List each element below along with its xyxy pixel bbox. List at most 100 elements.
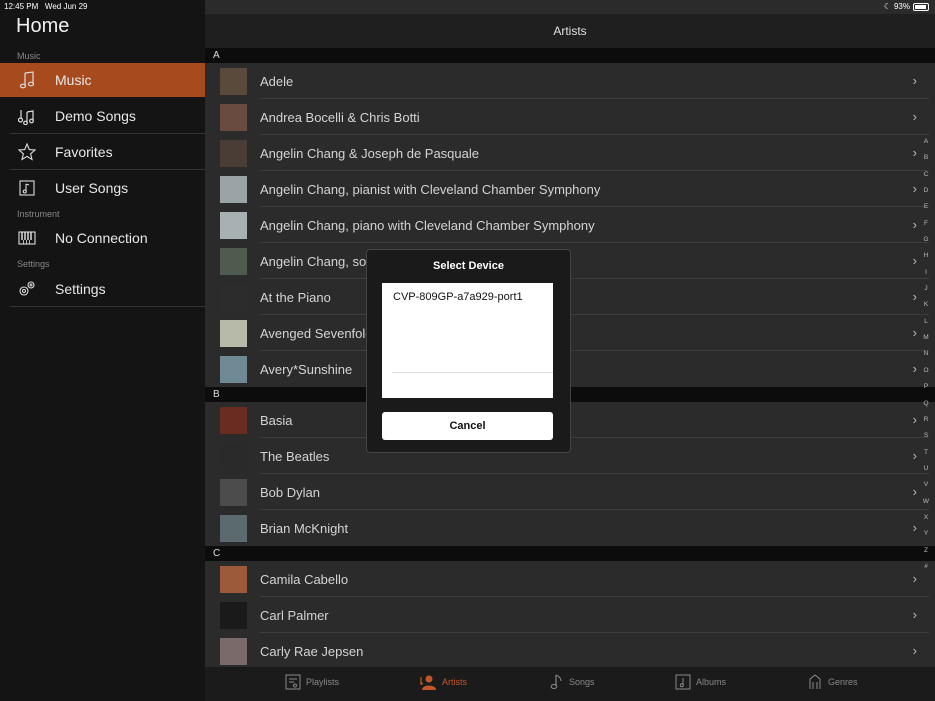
sidebar-item-label: Demo Songs: [55, 108, 136, 124]
divider: [10, 133, 205, 134]
artist-thumbnail: [220, 442, 247, 470]
artist-name: Basia: [260, 412, 293, 428]
tab-artists[interactable]: Artists: [420, 674, 467, 690]
index-letter[interactable]: D: [917, 187, 935, 203]
artist-name: Camila Cabello: [260, 571, 349, 587]
music-note-icon: [14, 69, 40, 91]
section-header-a: A: [205, 48, 935, 63]
sidebar-item-label: No Connection: [55, 230, 148, 246]
artist-thumbnail: [220, 355, 247, 383]
index-letter[interactable]: U: [917, 465, 935, 481]
artist-name: Adele: [260, 73, 294, 89]
tab-genres[interactable]: Genres: [807, 674, 858, 690]
index-letter[interactable]: C: [917, 171, 935, 187]
select-device-dialog: Select Device CVP-809GP-a7a929-port1 Can…: [366, 249, 571, 453]
index-letter[interactable]: #: [917, 563, 935, 579]
index-letter[interactable]: N: [917, 350, 935, 366]
tab-bar: Playlists Artists Songs Albums Genres: [205, 667, 935, 701]
artist-thumbnail: [220, 565, 247, 593]
sidebar-item-no-connection[interactable]: No Connection: [0, 221, 205, 255]
index-letter[interactable]: V: [917, 481, 935, 497]
index-letter[interactable]: Y: [917, 530, 935, 546]
artist-thumbnail: [220, 319, 247, 347]
demo-songs-icon: [14, 105, 40, 127]
sidebar-item-music[interactable]: Music: [0, 63, 205, 97]
chevron-right-icon: ›: [912, 73, 917, 88]
chevron-right-icon: ›: [912, 607, 917, 622]
tab-albums[interactable]: Albums: [675, 674, 726, 690]
index-letter[interactable]: P: [917, 383, 935, 399]
sidebar-item-label: Settings: [55, 281, 106, 297]
artist-row[interactable]: Carl Palmer ›: [205, 597, 935, 633]
artist-name: Brian McKnight: [260, 520, 349, 536]
index-letter[interactable]: R: [917, 416, 935, 432]
artist-row[interactable]: Camila Cabello ›: [205, 561, 935, 597]
index-letter[interactable]: H: [917, 252, 935, 268]
index-letter[interactable]: J: [917, 285, 935, 301]
nav-title: Artists: [553, 24, 587, 38]
device-item[interactable]: CVP-809GP-a7a929-port1: [393, 291, 523, 303]
index-letter[interactable]: Q: [917, 400, 935, 416]
artist-icon: [420, 675, 436, 690]
sidebar-item-settings[interactable]: Settings: [0, 272, 205, 306]
artist-row[interactable]: Andrea Bocelli & Chris Botti ›: [205, 99, 935, 135]
music-note-icon: [550, 674, 562, 690]
alphabet-index[interactable]: A B C D E F G H I J K L M N O P Q R S T U V W X Y Z #: [917, 138, 935, 579]
artist-thumbnail: [220, 67, 247, 95]
index-letter[interactable]: B: [917, 154, 935, 170]
artist-name: Carl Palmer: [260, 607, 329, 623]
index-letter[interactable]: W: [917, 498, 935, 514]
tab-playlists[interactable]: Playlists: [285, 674, 339, 690]
artist-thumbnail: [220, 283, 247, 311]
artist-thumbnail: [220, 406, 247, 434]
divider: [10, 306, 205, 307]
artist-name: Carly Rae Jepsen: [260, 643, 364, 659]
keyboard-icon: [14, 227, 40, 249]
sidebar: Home Music Music Demo Songs Favorites Us…: [0, 0, 205, 701]
artist-row[interactable]: Brian McKnight ›: [205, 510, 935, 546]
index-letter[interactable]: M: [917, 334, 935, 350]
index-letter[interactable]: E: [917, 203, 935, 219]
artist-row[interactable]: Angelin Chang & Joseph de Pasquale ›: [205, 135, 935, 171]
status-bar: 12:45 PM Wed Jun 29 ☾ 93%: [0, 0, 935, 14]
moon-icon: ☾: [883, 2, 891, 11]
artist-thumbnail: [220, 103, 247, 131]
cancel-button[interactable]: Cancel: [382, 412, 553, 440]
sidebar-item-demo-songs[interactable]: Demo Songs: [0, 99, 205, 133]
status-date: Wed Jun 29: [44, 2, 88, 11]
artist-name: At the Piano: [260, 289, 331, 305]
index-letter[interactable]: A: [917, 138, 935, 154]
artist-row[interactable]: Bob Dylan ›: [205, 474, 935, 510]
nav-bar: Artists: [205, 14, 935, 48]
artist-thumbnail: [220, 478, 247, 506]
artist-thumbnail: [220, 139, 247, 167]
artist-name: Angelin Chang, piano with Cleveland Cham…: [260, 217, 595, 233]
index-letter[interactable]: G: [917, 236, 935, 252]
artist-name: Angelin Chang & Joseph de Pasquale: [260, 145, 479, 161]
section-label-music: Music: [17, 51, 41, 61]
index-letter[interactable]: I: [917, 269, 935, 285]
index-letter[interactable]: S: [917, 432, 935, 448]
artist-thumbnail: [220, 211, 247, 239]
artist-row[interactable]: Carly Rae Jepsen ›: [205, 633, 935, 667]
artist-row[interactable]: Adele ›: [205, 63, 935, 99]
sidebar-item-favorites[interactable]: Favorites: [0, 135, 205, 169]
index-letter[interactable]: L: [917, 318, 935, 334]
index-letter[interactable]: X: [917, 514, 935, 530]
tab-songs[interactable]: Songs: [550, 674, 595, 690]
index-letter[interactable]: F: [917, 220, 935, 236]
artist-thumbnail: [220, 637, 247, 665]
artist-row[interactable]: Angelin Chang, pianist with Cleveland Ch…: [205, 171, 935, 207]
artist-row[interactable]: Angelin Chang, piano with Cleveland Cham…: [205, 207, 935, 243]
user-songs-icon: [14, 177, 40, 199]
sidebar-item-label: Favorites: [55, 144, 113, 160]
page-title: Home: [16, 15, 70, 37]
artist-name: Andrea Bocelli & Chris Botti: [260, 109, 420, 125]
index-letter[interactable]: K: [917, 301, 935, 317]
index-letter[interactable]: T: [917, 449, 935, 465]
index-letter[interactable]: Z: [917, 547, 935, 563]
artist-name: Avenged Sevenfold: [260, 325, 373, 341]
index-letter[interactable]: O: [917, 367, 935, 383]
sidebar-item-user-songs[interactable]: User Songs: [0, 171, 205, 205]
genres-icon: [809, 674, 821, 689]
